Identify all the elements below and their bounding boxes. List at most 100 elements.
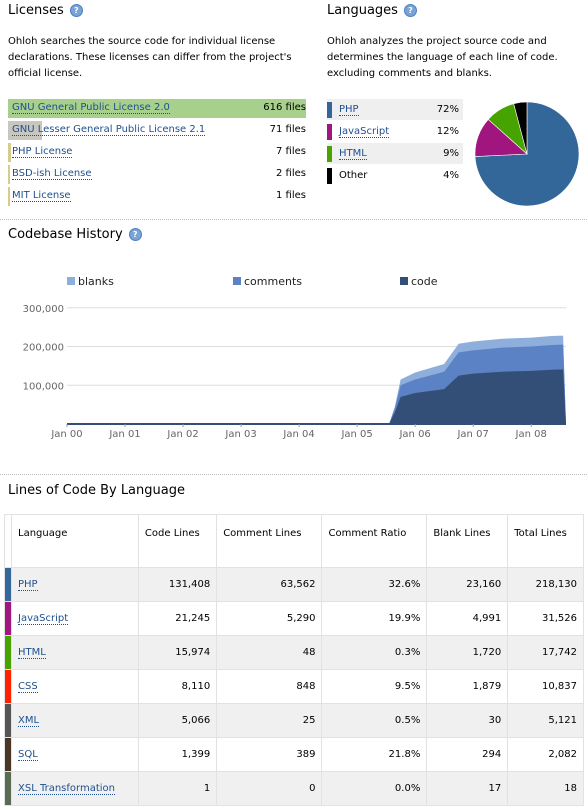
help-icon[interactable]: ? [69, 4, 83, 17]
license-link[interactable]: GNU General Public License 2.0 [12, 102, 170, 114]
legend-swatch [67, 277, 75, 285]
value-cell: 32.6% [321, 567, 428, 602]
value-cell: 17,742 [507, 635, 584, 670]
value-cell: 30 [426, 703, 509, 738]
value-cell: 18 [507, 771, 584, 806]
value-cell: 0.3% [321, 635, 428, 670]
x-tick-label: Jan 00 [50, 429, 82, 440]
language-cell: CSS [11, 669, 139, 704]
language-link[interactable]: HTML [339, 148, 367, 160]
license-link[interactable]: GNU Lesser General Public License 2.1 [12, 124, 206, 136]
language-swatch [4, 771, 12, 806]
value-cell: 5,121 [507, 703, 584, 738]
value-cell: 5,066 [137, 703, 218, 738]
x-tick-label: Jan 07 [456, 429, 488, 440]
value-cell: 1,399 [137, 737, 218, 772]
language-swatch [327, 168, 332, 184]
divider [0, 219, 587, 220]
language-link[interactable]: JavaScript [339, 126, 390, 138]
license-count: 616 files [263, 102, 306, 113]
license-link[interactable]: MIT License [12, 190, 71, 202]
license-bar [8, 187, 11, 206]
value-cell: 48 [216, 635, 323, 670]
x-tick-label: Jan 06 [398, 429, 430, 440]
license-link[interactable]: BSD-ish License [12, 168, 92, 180]
table-row: HTML 15,974 48 0.3% 1,720 17,742 [4, 635, 584, 670]
license-bar [8, 143, 12, 162]
license-bar [8, 165, 11, 184]
value-cell: 17 [426, 771, 509, 806]
legend-swatch [400, 277, 408, 285]
language-row: HTML 9% [327, 143, 463, 164]
help-icon[interactable]: ? [403, 4, 417, 17]
language-swatch [4, 567, 12, 602]
value-cell: 5,290 [216, 601, 323, 636]
divider [0, 474, 587, 475]
y-tick-label: 300,000 [23, 304, 64, 315]
languages-description: Ohloh analyzes the project source code a… [327, 36, 558, 79]
licenses-title: Licenses? [8, 3, 83, 18]
value-cell: 19.9% [321, 601, 428, 636]
column-header: Comment Ratio [321, 514, 428, 568]
table-row: XML 5,066 25 0.5% 30 5,121 [4, 703, 584, 738]
language-link[interactable]: HTML [18, 647, 46, 659]
table-row: JavaScript 21,245 5,290 19.9% 4,991 31,526 [4, 601, 584, 636]
table-row: SQL 1,399 389 21.8% 294 2,082 [4, 737, 584, 772]
value-cell: 294 [426, 737, 509, 772]
column-header: Language [11, 514, 139, 568]
license-link[interactable]: PHP License [12, 146, 73, 158]
y-tick-label: 100,000 [23, 381, 64, 392]
license-row: GNU Lesser General Public License 2.1 71 … [8, 121, 306, 140]
language-link[interactable]: PHP [339, 104, 359, 116]
language-cell: PHP [11, 567, 139, 602]
legend-swatch [233, 277, 241, 285]
x-tick-label: Jan 08 [515, 429, 547, 440]
language-percent: 12% [436, 126, 459, 137]
loc-title: Lines of Code By Language [8, 483, 185, 498]
language-link[interactable]: CSS [18, 681, 38, 693]
y-tick-label: 200,000 [23, 343, 64, 354]
languages-title: Languages? [327, 3, 417, 18]
code-area [67, 369, 566, 424]
language-link[interactable]: PHP [18, 579, 38, 591]
language-cell: HTML [11, 635, 139, 670]
value-cell: 10,837 [507, 669, 584, 704]
license-count: 71 files [269, 124, 306, 135]
license-count: 1 files [276, 190, 306, 201]
language-swatch [4, 737, 12, 772]
swatch-header [4, 514, 12, 568]
x-tick-label: Jan 03 [224, 429, 256, 440]
value-cell: 1,720 [426, 635, 509, 670]
language-link[interactable]: JavaScript [18, 613, 69, 625]
column-header: Code Lines [137, 514, 218, 568]
language-swatch [4, 601, 12, 636]
table-row: CSS 8,110 848 9.5% 1,879 10,837 [4, 669, 584, 704]
value-cell: 21,245 [137, 601, 218, 636]
x-tick-label: Jan 02 [166, 429, 198, 440]
loc-header-row: Language Code Lines Comment Lines Comment R… [4, 514, 584, 568]
language-pie-chart [474, 101, 580, 207]
language-cell: SQL [11, 737, 139, 772]
language-cell: XML [11, 703, 139, 738]
language-percent: 4% [443, 170, 459, 181]
value-cell: 0.0% [321, 771, 428, 806]
language-swatch [327, 102, 332, 118]
value-cell: 63,562 [216, 567, 323, 602]
help-icon[interactable]: ? [128, 228, 142, 241]
language-row: PHP 72% [327, 99, 463, 120]
language-link[interactable]: XSL Transformation [18, 783, 115, 795]
legend-label: comments [244, 275, 302, 288]
table-row: PHP 131,408 63,562 32.6% 23,160 218,130 [4, 567, 584, 602]
value-cell: 2,082 [507, 737, 584, 772]
language-percent: 9% [443, 148, 459, 159]
language-percent: 72% [436, 104, 459, 115]
language-swatch [327, 124, 332, 140]
value-cell: 8,110 [137, 669, 218, 704]
column-header: Total Lines [507, 514, 584, 568]
language-link[interactable]: SQL [18, 749, 38, 761]
x-tick-label: Jan 04 [282, 429, 314, 440]
license-count: 2 files [276, 168, 306, 179]
language-link[interactable]: XML [18, 715, 40, 727]
value-cell: 9.5% [321, 669, 428, 704]
license-row: PHP License 7 files [8, 143, 306, 162]
